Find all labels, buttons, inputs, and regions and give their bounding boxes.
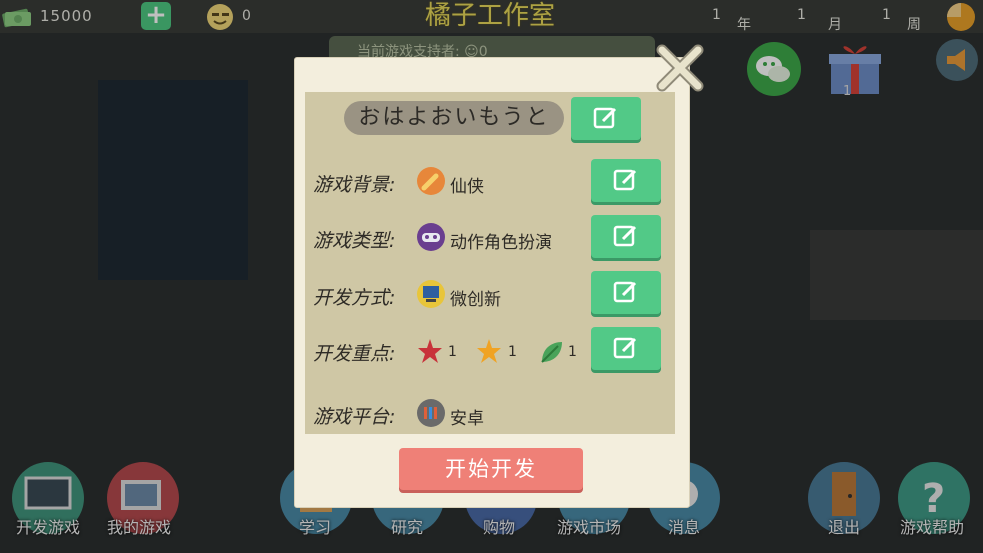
background-label: 游戏背景: [313,174,396,196]
edit-icon [613,169,637,191]
gold-star-icon [477,339,501,363]
platform-label: 游戏平台: [313,406,396,428]
gamepad-icon [417,223,445,251]
close-icon[interactable] [652,40,708,96]
edit-type-button[interactable] [591,215,661,258]
edit-method-button[interactable] [591,271,661,314]
focus-value: 1 [508,344,517,360]
red-star-icon [418,339,442,363]
edit-background-button[interactable] [591,159,661,202]
method-label: 开发方式: [313,287,396,309]
start-development-button[interactable]: 开始开发 [399,448,583,490]
edit-icon [613,225,637,247]
edit-icon [613,281,637,303]
pencil-icon [417,167,445,195]
computer-icon [417,280,445,308]
platform-icon [417,399,445,427]
edit-icon [593,107,617,129]
type-label: 游戏类型: [313,230,396,252]
platform-value: 安卓 [450,409,484,429]
edit-icon [613,337,637,359]
type-value: 动作角色扮演 [450,233,552,253]
leaf-icon [541,342,562,363]
focus-value: 1 [448,344,457,360]
game-setup-panel [305,92,675,434]
edit-name-button[interactable] [571,97,641,140]
background-value: 仙侠 [450,177,484,197]
focus-value: 1 [568,344,577,360]
focus-label: 开发重点: [313,343,396,365]
edit-focus-button[interactable] [591,327,661,370]
method-value: 微创新 [450,290,501,310]
game-name: おはよおいもうと [344,101,564,135]
